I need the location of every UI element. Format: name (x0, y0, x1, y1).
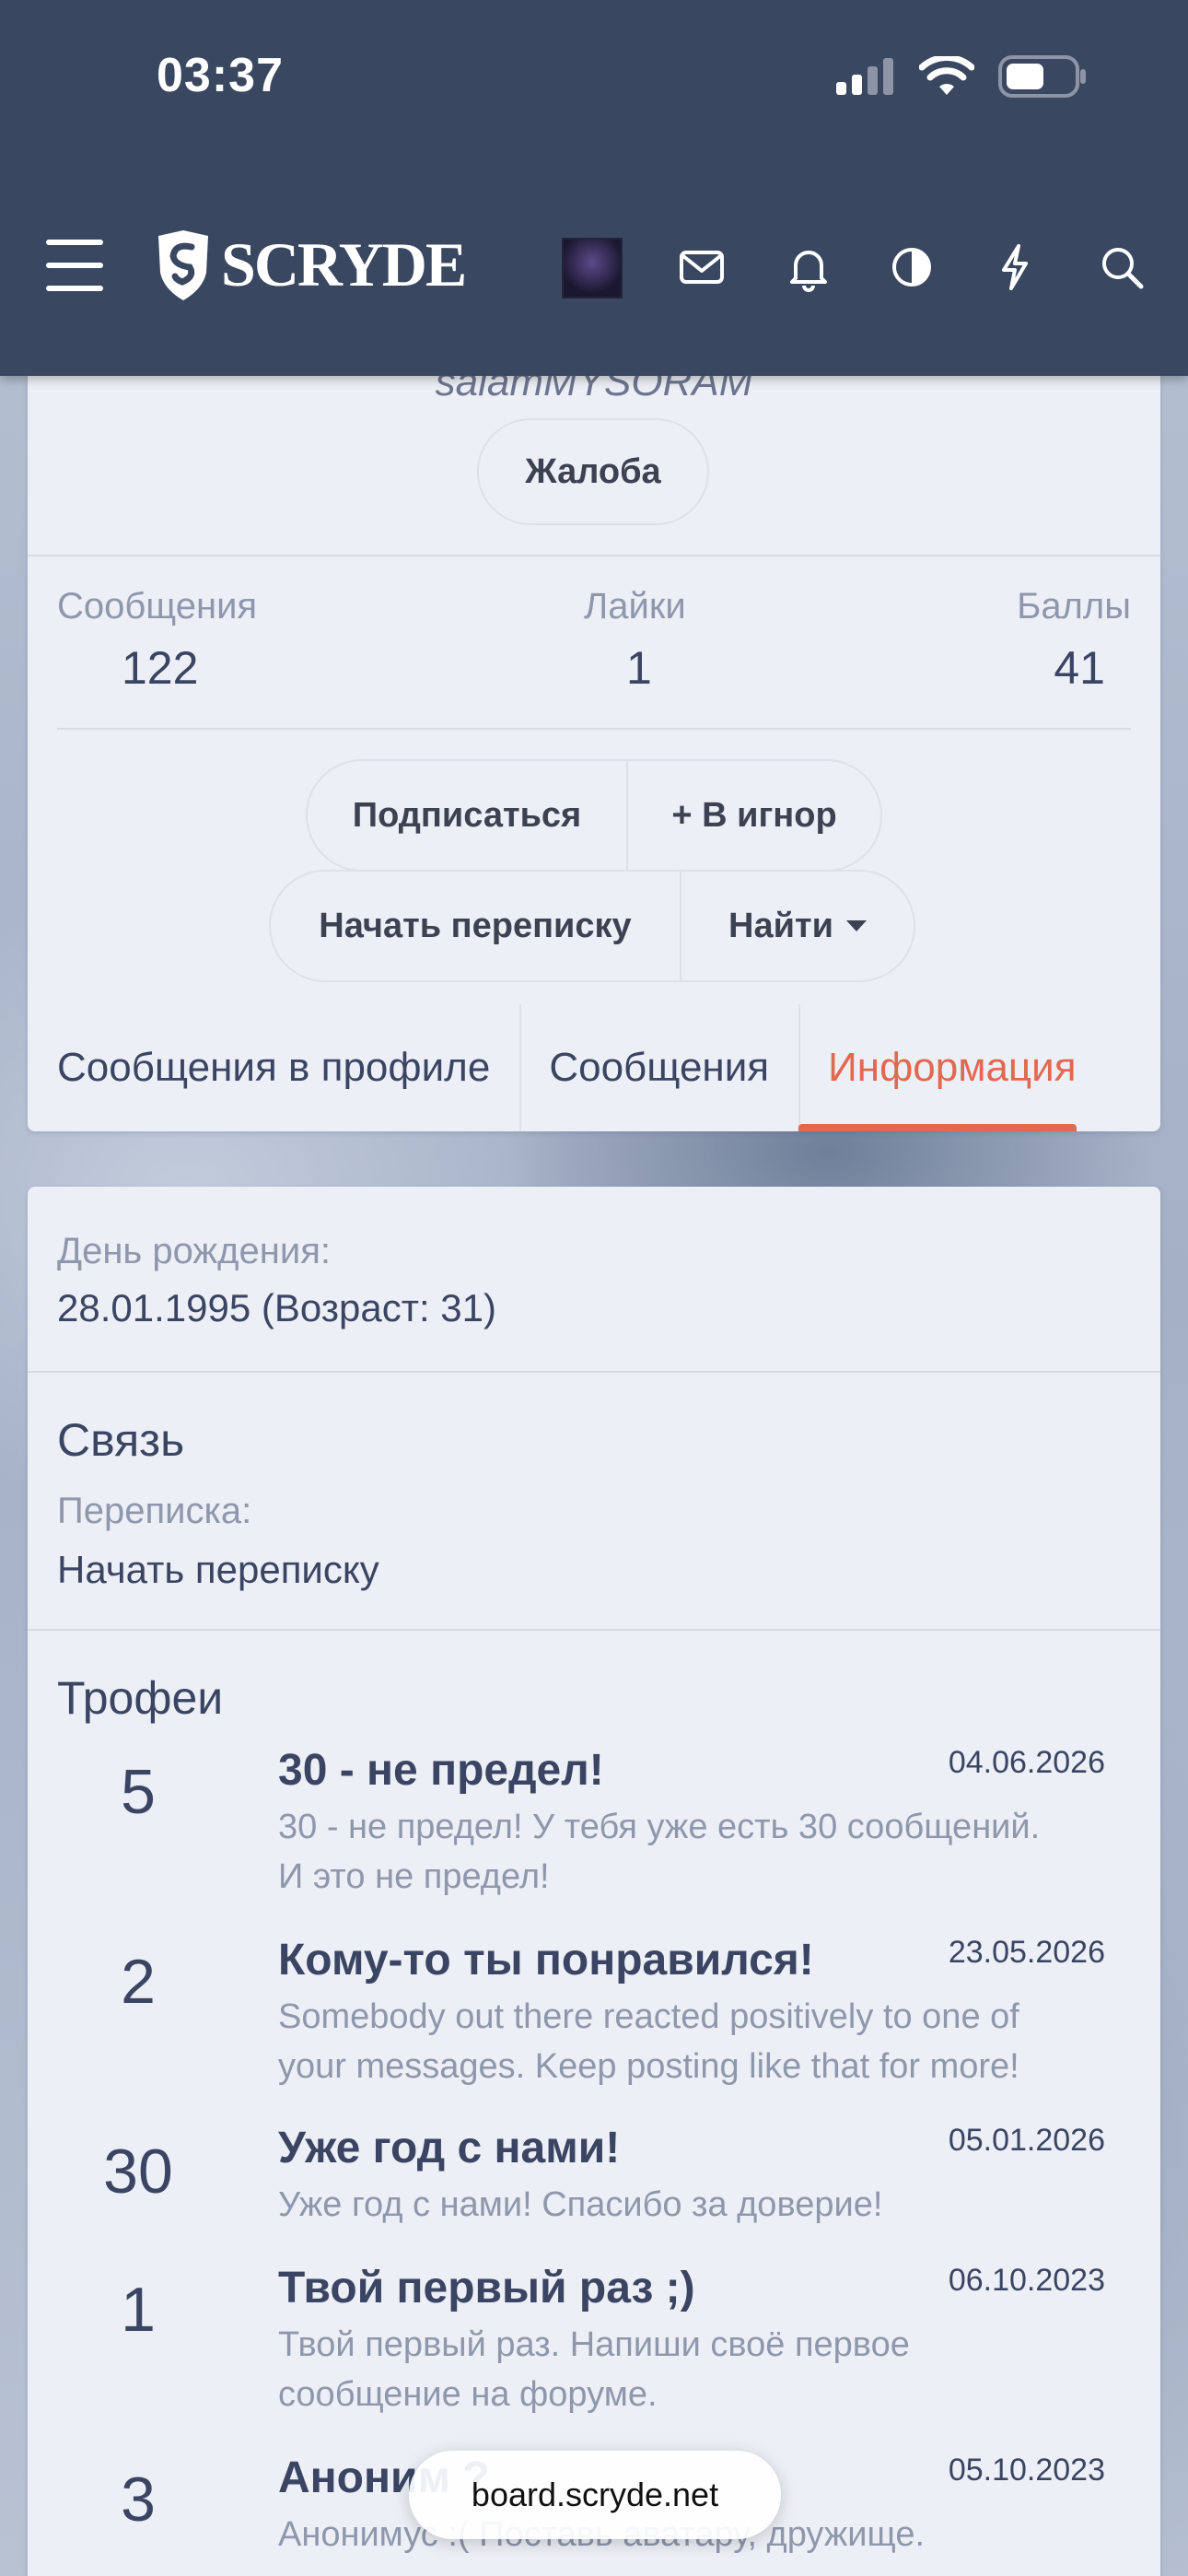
birthday-label: День рождения: (57, 1231, 331, 1271)
trophy-title: Уже год с нами! (278, 2124, 621, 2172)
trophy-points: 30 (103, 2137, 173, 2207)
conversation-label: Переписка: (57, 1491, 252, 1531)
subscribe-button[interactable]: Подписаться (308, 761, 626, 870)
mail-icon[interactable] (676, 241, 728, 293)
shield-logo-icon (158, 229, 208, 300)
trophy-description: 30 - не предел! У тебя уже есть 30 сообщ… (278, 1808, 1041, 1896)
find-label: Найти (728, 906, 833, 945)
profile-card: salamMYSORAM Жалоба Сообщения 122 Лайки … (28, 332, 1160, 1131)
trophy-title: Кому-то ты понравился! (278, 1936, 814, 1985)
divider (28, 555, 1160, 556)
trophy-points: 2 (121, 1947, 156, 2017)
trophy-description: Somebody out there reacted positively to… (278, 1997, 1019, 2086)
trophy-date: 04.06.2026 (948, 1745, 1105, 1780)
profile-tabs: Сообщения в профиле Сообщения Информация (28, 1004, 1160, 1131)
header-nav: SCRYDE (0, 221, 1188, 313)
menu-icon[interactable] (46, 240, 103, 291)
stat-points-label: Баллы (1017, 586, 1131, 626)
find-dropdown-button[interactable]: Найти (680, 872, 914, 980)
divider (57, 728, 1131, 730)
cellular-signal-icon (836, 58, 893, 95)
info-card: День рождения: 28.01.1995 (Возраст: 31) … (28, 1187, 1160, 2576)
trophy-title: Твой первый раз ;) (278, 2264, 695, 2313)
bell-icon[interactable] (783, 241, 834, 293)
stat-likes-value[interactable]: 1 (626, 641, 652, 695)
divider (28, 1371, 1160, 1373)
tab-messages[interactable]: Сообщения (519, 1004, 798, 1131)
status-time: 03:37 (157, 49, 284, 102)
lightning-icon[interactable] (989, 241, 1041, 293)
ignore-button[interactable]: + В игнор (626, 761, 880, 870)
browser-url-pill[interactable]: board.scryde.net (409, 2451, 781, 2539)
stat-messages-value[interactable]: 122 (122, 641, 198, 695)
user-avatar[interactable] (562, 238, 623, 299)
birthday-value: 28.01.1995 (Возраст: 31) (57, 1286, 497, 1329)
trophy-date: 05.01.2026 (948, 2123, 1105, 2158)
theme-toggle-icon[interactable] (886, 241, 938, 293)
logo-text: SCRYDE (221, 229, 467, 299)
trophy-date: 05.10.2023 (948, 2453, 1105, 2488)
stat-likes-label: Лайки (584, 586, 686, 626)
start-conversation-button[interactable]: Начать переписку (271, 872, 680, 980)
trophy-description: Уже год с нами! Спасибо за доверие! (278, 2185, 883, 2224)
stat-messages-label: Сообщения (57, 586, 258, 626)
status-icons (834, 55, 1087, 98)
trophy-description: Твой первый раз. Напиши своё первое сооб… (278, 2325, 910, 2414)
battery-icon (998, 55, 1086, 98)
report-button[interactable]: Жалоба (477, 418, 709, 525)
divider (28, 1629, 1160, 1631)
trophy-date: 23.05.2026 (948, 1935, 1105, 1970)
trophy-points: 1 (121, 2275, 156, 2345)
start-conversation-link[interactable]: Начать переписку (57, 1548, 379, 1592)
search-icon[interactable] (1096, 241, 1147, 293)
wifi-icon (919, 56, 974, 95)
trophy-points: 3 (121, 2465, 156, 2535)
trophy-title: 30 - не предел! (278, 1746, 604, 1795)
tab-profile-posts[interactable]: Сообщения в профиле (28, 1004, 519, 1131)
tab-information[interactable]: Информация (798, 1004, 1105, 1131)
site-logo[interactable]: SCRYDE (155, 228, 467, 301)
trophy-date: 06.10.2023 (948, 2263, 1105, 2298)
trophy-points: 5 (121, 1757, 156, 1827)
follow-button-group: Подписаться + В игнор (306, 759, 882, 872)
app-header: 03:37 SCRYDE (0, 0, 1188, 376)
contact-button-group: Начать переписку Найти (269, 870, 915, 982)
trophies-heading: Трофеи (57, 1672, 224, 1724)
caret-down-icon (845, 920, 867, 931)
contact-heading: Связь (57, 1414, 185, 1466)
stat-points-value[interactable]: 41 (1054, 641, 1105, 695)
